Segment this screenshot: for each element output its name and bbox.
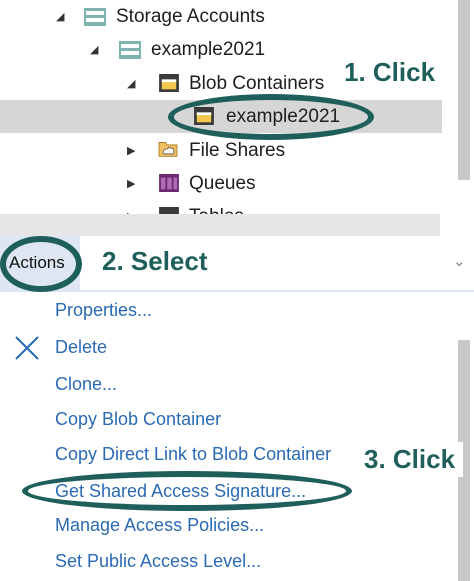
collapsed-arrow-icon[interactable]: ▶ (127, 144, 135, 157)
file-shares-icon (158, 142, 178, 157)
collapsed-arrow-icon[interactable]: ▶ (127, 177, 135, 190)
storage-account-icon (84, 8, 106, 26)
annotation-ring-step2 (0, 236, 82, 292)
splitter-gap (440, 214, 474, 236)
annotation-ring-step1 (168, 94, 374, 140)
tree-item-label: Queues (189, 173, 256, 194)
action-clone[interactable]: Clone... (55, 374, 117, 395)
tree-item-file-shares[interactable]: ▶ File Shares (0, 134, 474, 167)
expanded-arrow-icon[interactable]: ◢ (127, 77, 135, 90)
blob-containers-icon (159, 74, 179, 92)
tree-item-label: Blob Containers (189, 73, 325, 94)
tree-scrollbar[interactable] (458, 0, 470, 180)
panel-splitter[interactable] (0, 214, 474, 236)
storage-account-icon (119, 41, 141, 59)
tree-item-tables[interactable]: ▶ Tables (0, 200, 474, 214)
annotation-ring-step3 (22, 471, 352, 511)
tree-item-label: Storage Accounts (116, 6, 265, 27)
actions-menu: Properties... Delete Clone... Copy Blob … (0, 292, 474, 581)
action-properties[interactable]: Properties... (55, 300, 152, 321)
expanded-arrow-icon[interactable]: ◢ (56, 10, 64, 23)
annotation-step3: 3. Click (356, 442, 464, 477)
action-delete[interactable]: Delete (55, 337, 107, 358)
tree-item-label: example2021 (151, 39, 266, 60)
annotation-step2: 2. Select (98, 246, 212, 277)
tree-item-label: File Shares (189, 140, 286, 161)
queues-icon (159, 174, 179, 192)
annotation-step1: 1. Click (336, 55, 444, 90)
action-set-public-access-level[interactable]: Set Public Access Level... (55, 551, 261, 572)
tree-item-storage-accounts[interactable]: ◢ Storage Accounts (0, 0, 474, 33)
expanded-arrow-icon[interactable]: ◢ (90, 43, 98, 56)
tree-item-label: Tables (189, 206, 244, 214)
chevron-down-icon[interactable]: ⌄ (453, 252, 466, 270)
delete-x-icon (15, 336, 39, 360)
action-copy-blob-container[interactable]: Copy Blob Container (55, 409, 221, 430)
tree-item-queues[interactable]: ▶ Queues (0, 167, 474, 200)
action-manage-access-policies[interactable]: Manage Access Policies... (55, 515, 264, 536)
action-copy-direct-link[interactable]: Copy Direct Link to Blob Container (55, 444, 331, 465)
tables-icon (159, 207, 179, 214)
